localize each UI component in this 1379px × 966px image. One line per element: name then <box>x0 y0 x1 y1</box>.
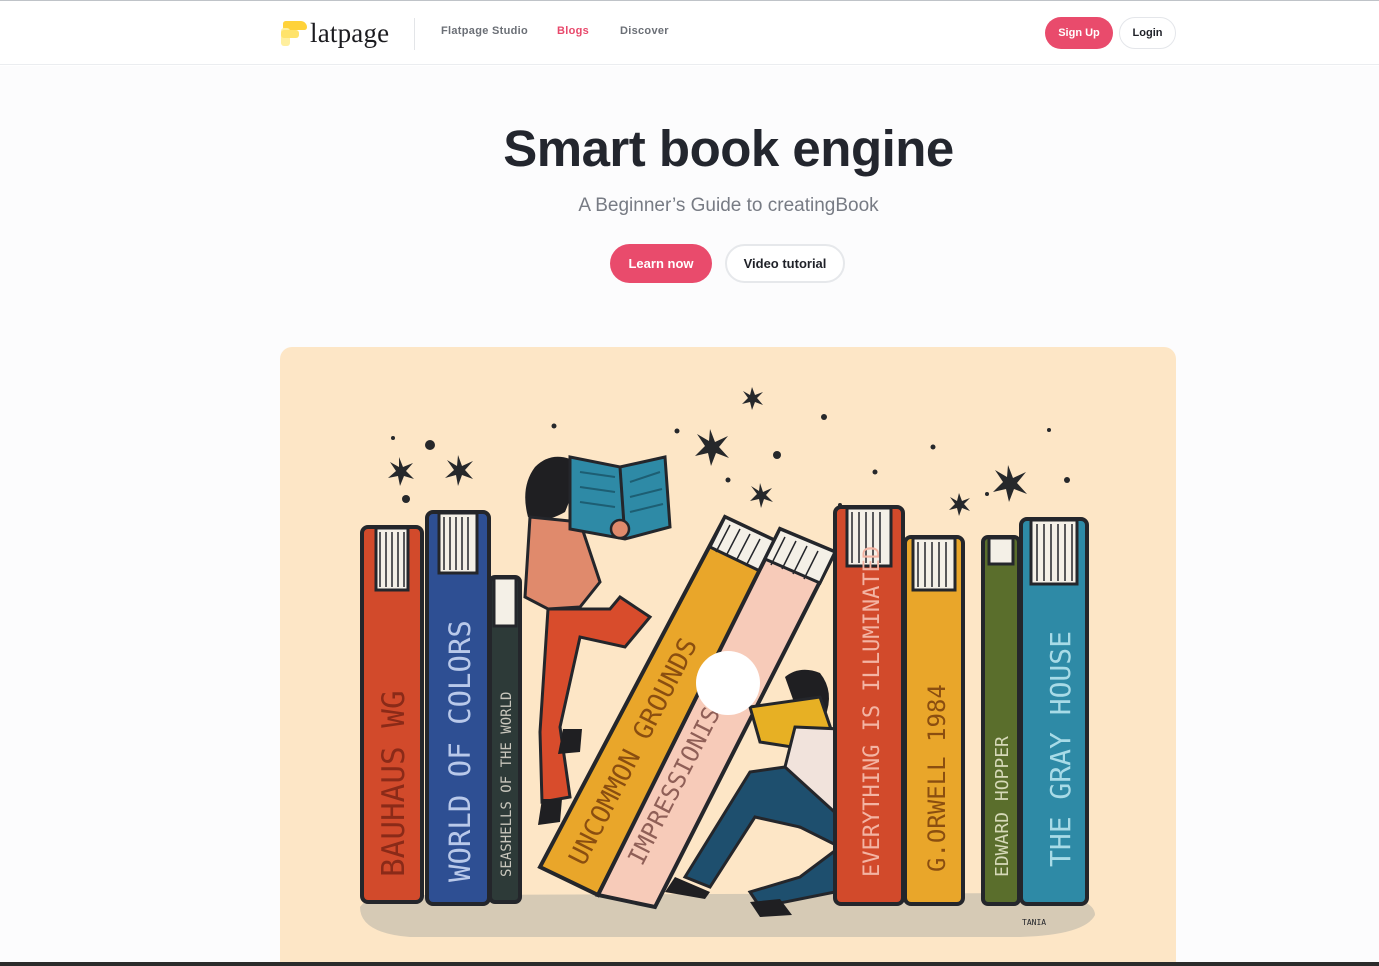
learn-now-button[interactable]: Learn now <box>610 244 712 283</box>
nav-link-discover[interactable]: Discover <box>620 25 669 37</box>
play-button-icon[interactable] <box>696 651 760 715</box>
book-title-2: WORLD OF COLORS <box>443 620 477 882</box>
video-tutorial-button[interactable]: Video tutorial <box>725 244 845 283</box>
navbar: latpage Flatpage Studio Blogs Discover S… <box>0 1 1379 65</box>
book-edward-hopper: EDWARD HOPPER <box>981 535 1021 906</box>
page-title: Smart book engine <box>503 120 954 177</box>
book-bauhaus: BAUHAUS WG <box>360 525 424 904</box>
nav-divider <box>414 18 415 50</box>
logo[interactable]: latpage <box>281 18 389 48</box>
star-icon <box>388 387 1070 516</box>
sign-up-button[interactable]: Sign Up <box>1045 17 1113 49</box>
book-seashells: SEASHELLS OF THE WORLD <box>488 575 522 904</box>
bottom-bar <box>0 962 1379 966</box>
nav-link-flatpage-studio[interactable]: Flatpage Studio <box>441 25 528 37</box>
book-the-gray-house: THE GRAY HOUSE <box>1019 517 1089 906</box>
nav-link-blogs[interactable]: Blogs <box>557 25 589 37</box>
book-title-6: EVERYTHING IS ILLUMINATED <box>860 546 885 877</box>
artist-signature: TANIA <box>1022 918 1046 927</box>
book-title-3: SEASHELLS OF THE WORLD <box>499 692 515 877</box>
logo-mark-icon <box>281 19 309 47</box>
book-title-1: BAUHAUS WG <box>376 690 412 877</box>
login-button[interactable]: Login <box>1119 17 1176 49</box>
hero-illustration: BAUHAUS WG WORLD OF COLORS SEASHELLS OF … <box>280 347 1176 966</box>
book-title-9: THE GRAY HOUSE <box>1044 631 1077 867</box>
bookshelf-illustration: BAUHAUS WG WORLD OF COLORS SEASHELLS OF … <box>360 387 1095 937</box>
logo-text: latpage <box>310 18 390 48</box>
book-title-8: EDWARD HOPPER <box>992 736 1013 877</box>
book-world-of-colors: WORLD OF COLORS <box>425 510 491 906</box>
book-title-7: G.ORWELL 1984 <box>923 684 951 872</box>
book-everything-illuminated: EVERYTHING IS ILLUMINATED <box>833 505 905 906</box>
book-orwell-1984: G.ORWELL 1984 <box>903 535 965 906</box>
page-subtitle: A Beginner’s Guide to creatingBook <box>578 195 879 216</box>
